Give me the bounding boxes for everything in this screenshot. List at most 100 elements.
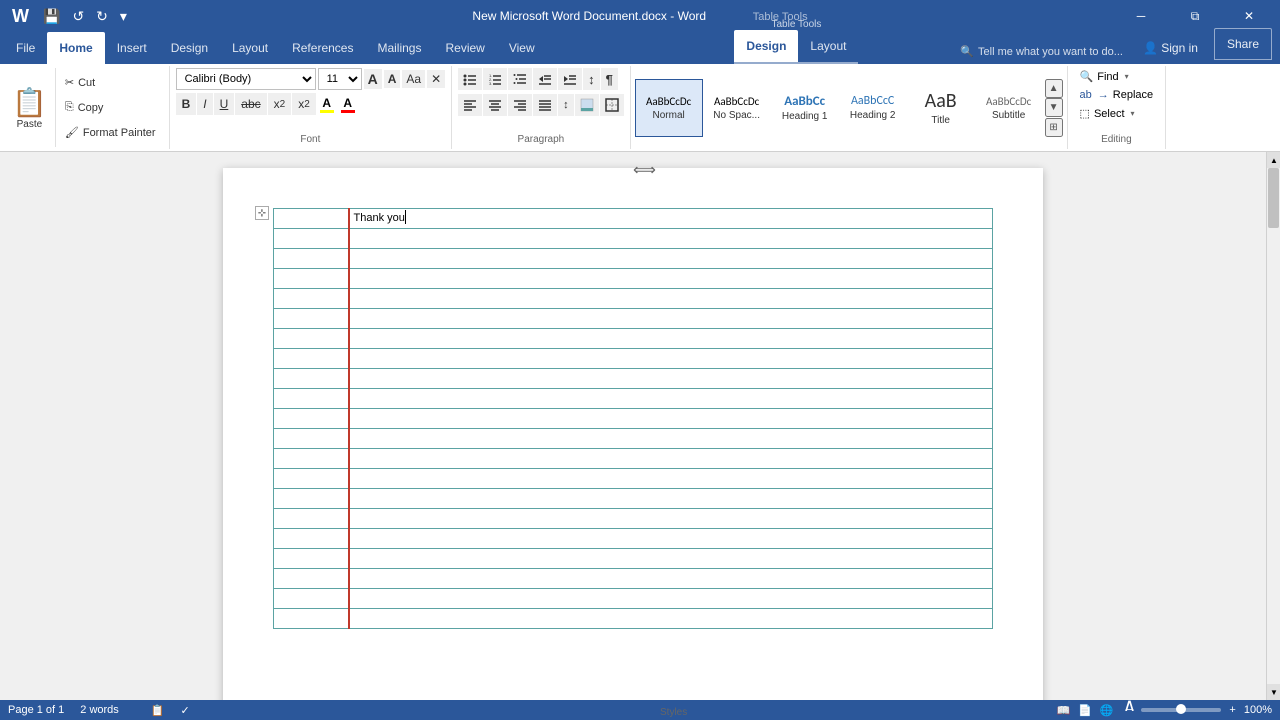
replace-button[interactable]: ab → Replace bbox=[1074, 87, 1160, 103]
text-highlight-button[interactable]: A bbox=[317, 94, 337, 115]
select-button[interactable]: ⬚ Select ▾ bbox=[1074, 105, 1160, 122]
zoom-slider[interactable] bbox=[1141, 708, 1221, 712]
find-button[interactable]: 🔍 Find ▾ bbox=[1074, 68, 1160, 85]
multilevel-list-button[interactable] bbox=[508, 68, 532, 90]
table-cell[interactable] bbox=[274, 389, 349, 409]
style-subtitle[interactable]: AaBbCcDc Subtitle bbox=[975, 79, 1043, 137]
doc-scroll-area[interactable]: ⟺ ⊹ Thank you bbox=[0, 152, 1266, 700]
align-left-button[interactable] bbox=[458, 94, 482, 116]
table-cell[interactable] bbox=[349, 289, 993, 309]
styles-more[interactable]: ⊞ bbox=[1045, 118, 1063, 137]
print-layout-button[interactable]: 📄 bbox=[1078, 704, 1092, 717]
table-cell[interactable] bbox=[274, 489, 349, 509]
table-cell[interactable] bbox=[274, 449, 349, 469]
table-cell[interactable] bbox=[349, 389, 993, 409]
table-cell[interactable] bbox=[349, 589, 993, 609]
table-cell[interactable] bbox=[274, 369, 349, 389]
table-cell[interactable] bbox=[349, 429, 993, 449]
table-cell[interactable] bbox=[349, 569, 993, 589]
check-accessibility[interactable]: 📋 bbox=[151, 704, 165, 717]
table-cell[interactable] bbox=[274, 589, 349, 609]
web-layout-button[interactable]: 🌐 bbox=[1100, 704, 1114, 717]
table-cell[interactable] bbox=[349, 309, 993, 329]
scroll-up-button[interactable]: ▲ bbox=[1267, 152, 1280, 168]
table-cell[interactable] bbox=[349, 269, 993, 289]
table-cell[interactable] bbox=[274, 569, 349, 589]
justify-button[interactable] bbox=[533, 94, 557, 116]
table-cell[interactable] bbox=[349, 509, 993, 529]
table-cell[interactable] bbox=[274, 209, 349, 229]
style-heading1[interactable]: AaBbCc Heading 1 bbox=[771, 79, 839, 137]
minimize-button[interactable]: ─ bbox=[1118, 0, 1164, 32]
format-painter-button[interactable]: 🖌 Format Painter bbox=[62, 125, 159, 140]
table-cell[interactable] bbox=[349, 329, 993, 349]
table-cell[interactable] bbox=[274, 249, 349, 269]
scroll-thumb[interactable] bbox=[1268, 168, 1279, 228]
read-mode-button[interactable]: 📖 bbox=[1057, 704, 1071, 717]
help-search[interactable]: 🔍 Tell me what you want to do... bbox=[952, 39, 1131, 64]
save-button[interactable]: 💾 bbox=[39, 6, 64, 27]
tab-home[interactable]: Home bbox=[47, 32, 104, 64]
paste-button[interactable]: 📋 Paste bbox=[4, 68, 56, 147]
table-cell[interactable] bbox=[274, 429, 349, 449]
table-cell[interactable] bbox=[349, 529, 993, 549]
table-cell[interactable] bbox=[274, 229, 349, 249]
scroll-down-button[interactable]: ▼ bbox=[1267, 684, 1280, 700]
table-cell[interactable] bbox=[349, 609, 993, 629]
table-cell[interactable] bbox=[349, 449, 993, 469]
table-move-handle[interactable]: ⊹ bbox=[255, 206, 269, 220]
copy-button[interactable]: ⎘ Copy bbox=[62, 100, 159, 115]
table-cell[interactable] bbox=[349, 489, 993, 509]
customize-quick-access[interactable]: ▾ bbox=[116, 6, 131, 27]
zoom-thumb[interactable] bbox=[1176, 704, 1186, 714]
font-size-select[interactable]: 11 bbox=[318, 68, 362, 90]
select-dropdown[interactable]: ▾ bbox=[1131, 109, 1135, 118]
strikethrough-button[interactable]: abc bbox=[235, 93, 266, 115]
underline-button[interactable]: U bbox=[214, 93, 235, 115]
decrease-indent-button[interactable] bbox=[533, 68, 557, 90]
tab-review[interactable]: Review bbox=[433, 32, 496, 64]
sort-button[interactable]: ↕ bbox=[583, 68, 600, 90]
font-shrink-button[interactable]: A bbox=[384, 70, 401, 88]
table-cell[interactable] bbox=[349, 229, 993, 249]
style-title[interactable]: AaB Title bbox=[907, 79, 975, 137]
tab-table-design[interactable]: Design bbox=[734, 30, 798, 62]
style-heading2[interactable]: AaBbCcC Heading 2 bbox=[839, 79, 907, 137]
table-cell[interactable] bbox=[274, 549, 349, 569]
table-cell[interactable] bbox=[274, 309, 349, 329]
table-cell[interactable] bbox=[274, 609, 349, 629]
align-center-button[interactable] bbox=[483, 94, 507, 116]
table-cell[interactable] bbox=[274, 269, 349, 289]
share-button[interactable]: Share bbox=[1214, 28, 1272, 60]
italic-button[interactable]: I bbox=[197, 93, 212, 115]
zoom-in-button[interactable]: + bbox=[1229, 704, 1235, 716]
style-normal[interactable]: AaBbCcDc Normal bbox=[635, 79, 703, 137]
tab-references[interactable]: References bbox=[280, 32, 365, 64]
shading-button[interactable] bbox=[575, 94, 599, 116]
table-cell[interactable] bbox=[274, 409, 349, 429]
table-cell[interactable] bbox=[349, 249, 993, 269]
style-nospace[interactable]: AaBbCcDc No Spac... bbox=[703, 79, 771, 137]
scroll-track[interactable] bbox=[1267, 168, 1280, 684]
table-cell[interactable] bbox=[274, 329, 349, 349]
undo-button[interactable]: ↺ bbox=[68, 6, 88, 27]
document-table[interactable]: Thank you bbox=[273, 208, 993, 629]
subscript-button[interactable]: x2 bbox=[268, 93, 292, 115]
tab-file[interactable]: File bbox=[4, 32, 47, 64]
cut-button[interactable]: ✂ Cut bbox=[62, 75, 159, 90]
tab-view[interactable]: View bbox=[497, 32, 547, 64]
table-cell[interactable] bbox=[349, 549, 993, 569]
table-cell[interactable] bbox=[274, 349, 349, 369]
column-resize-cursor[interactable]: ⟺ bbox=[633, 160, 656, 180]
font-family-select[interactable]: Calibri (Body) bbox=[176, 68, 316, 90]
clear-formatting-button[interactable]: ✕ bbox=[427, 70, 445, 88]
font-grow-button[interactable]: A bbox=[364, 69, 382, 89]
tab-layout[interactable]: Layout bbox=[220, 32, 280, 64]
restore-button[interactable]: ⧉ bbox=[1172, 0, 1218, 32]
borders-button[interactable] bbox=[600, 94, 624, 116]
table-cell[interactable] bbox=[274, 509, 349, 529]
tab-insert[interactable]: Insert bbox=[105, 32, 159, 64]
align-right-button[interactable] bbox=[508, 94, 532, 116]
show-formatting-button[interactable]: ¶ bbox=[601, 68, 618, 90]
tab-mailings[interactable]: Mailings bbox=[365, 32, 433, 64]
